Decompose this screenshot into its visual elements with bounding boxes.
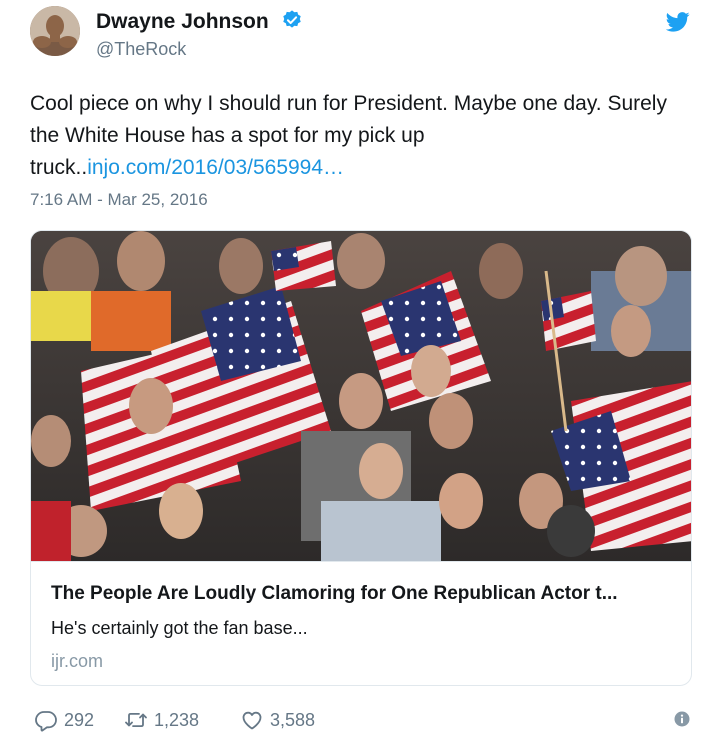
card-body[interactable]: The People Are Loudly Clamoring for One … xyxy=(31,561,691,685)
reply-icon xyxy=(35,711,57,732)
reply-count: 292 xyxy=(64,709,95,730)
like-count: 3,588 xyxy=(270,709,316,730)
info-icon[interactable] xyxy=(674,711,690,727)
retweet-icon xyxy=(125,713,147,727)
link-card[interactable]: The People Are Loudly Clamoring for One … xyxy=(30,230,692,686)
heart-icon xyxy=(242,711,262,730)
tweet-timestamp[interactable]: 7:16 AM - Mar 25, 2016 xyxy=(30,189,208,211)
verified-badge-icon xyxy=(282,10,301,28)
display-name-text: Dwayne Johnson xyxy=(96,10,269,33)
crowd-flags-photo xyxy=(31,231,691,561)
retweet-button[interactable]: 1,238 xyxy=(124,708,199,732)
avatar-image xyxy=(30,6,80,56)
avatar[interactable] xyxy=(30,6,80,56)
card-image[interactable] xyxy=(31,231,691,561)
display-name[interactable]: Dwayne Johnson xyxy=(96,9,303,34)
tweet-text: Cool piece on why I should run for Presi… xyxy=(30,88,690,184)
reply-button[interactable]: 292 xyxy=(34,708,94,732)
tweet-link[interactable]: injo.com/2016/03/565994… xyxy=(87,156,344,179)
user-handle[interactable]: @TheRock xyxy=(96,38,186,60)
retweet-count: 1,238 xyxy=(154,709,200,730)
twitter-bird-icon[interactable] xyxy=(666,11,690,33)
card-domain: ijr.com xyxy=(51,651,104,671)
tweet: Dwayne Johnson @TheRock Cool piece on wh… xyxy=(0,0,720,747)
tweet-actions: 292 1,238 3,588 xyxy=(0,700,720,740)
like-button[interactable]: 3,588 xyxy=(240,708,315,732)
card-description: He's certainly got the fan base... xyxy=(51,618,308,638)
card-title[interactable]: The People Are Loudly Clamoring for One … xyxy=(51,582,671,606)
